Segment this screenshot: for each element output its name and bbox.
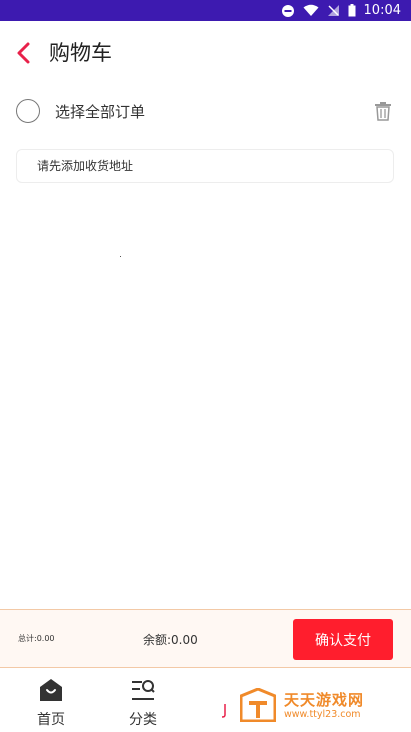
select-all-label[interactable]: 选择全部订单: [55, 101, 145, 122]
wifi-icon: [303, 4, 319, 17]
signal-icon: [327, 4, 340, 17]
watermark-url: www.ttyl23.com: [284, 709, 361, 720]
nav-item-home[interactable]: 首页: [26, 674, 76, 728]
nav-label-home: 首页: [37, 712, 65, 728]
battery-icon: [348, 4, 356, 17]
stray-dot: [120, 256, 121, 257]
payment-bar: 总计:0.00 余额:0.00 确认支付: [0, 609, 411, 668]
add-address-prompt[interactable]: 请先添加收货地址: [16, 149, 394, 183]
nav-item-category[interactable]: 分类: [118, 674, 168, 728]
watermark: 天天游戏网 www.ttyl23.com: [240, 688, 411, 724]
total-amount: 总计:0.00: [18, 634, 55, 643]
do-not-disturb-icon: [281, 4, 295, 18]
home-icon: [40, 679, 62, 701]
watermark-title: 天天游戏网: [284, 691, 365, 709]
status-bar: 10:04: [0, 0, 411, 21]
delete-button[interactable]: [374, 101, 392, 121]
page-title: 购物车: [49, 41, 112, 65]
app-header: 购物车: [0, 21, 411, 83]
nav-item-cart-fragment[interactable]: [221, 704, 227, 718]
watermark-logo-icon: [240, 688, 276, 722]
select-all-row: 选择全部订单: [0, 92, 411, 132]
select-all-radio[interactable]: [16, 99, 40, 123]
balance-amount: 余额:0.00: [143, 633, 198, 647]
status-time: 10:04: [363, 3, 401, 18]
trash-icon: [375, 102, 391, 121]
category-search-icon: [132, 680, 155, 700]
back-button[interactable]: [12, 40, 38, 66]
back-arrow-icon: [17, 42, 30, 64]
confirm-payment-button[interactable]: 确认支付: [293, 619, 393, 660]
nav-label-category: 分类: [129, 712, 157, 728]
